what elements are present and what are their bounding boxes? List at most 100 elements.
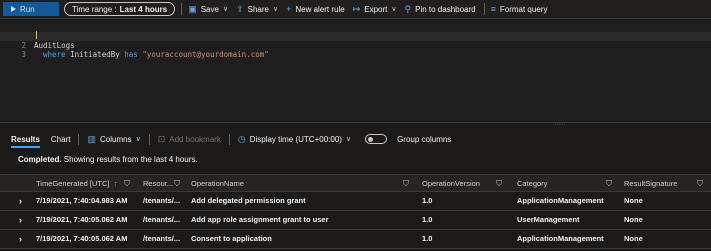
share-label: Share: [247, 4, 269, 14]
cell-operationversion: 1.0: [422, 215, 433, 224]
cell-category: UserManagement: [517, 215, 580, 224]
save-label: Save: [200, 4, 219, 14]
add-bookmark-label: Add bookmark: [169, 134, 221, 144]
results-status: Completed. Showing results from the last…: [18, 155, 198, 164]
table-row[interactable]: › 7/19/2021, 7:40:05.062 AM /tenants/...…: [0, 230, 711, 249]
export-label: Export: [364, 4, 388, 14]
display-time-button[interactable]: ◷ Display time (UTC+00:00) ∨: [238, 134, 351, 145]
chevron-down-icon: ∨: [272, 6, 279, 13]
cell-timegenerated: 7/19/2021, 7:40:04.983 AM: [36, 196, 128, 205]
column-header-timegenerated[interactable]: TimeGenerated [UTC]: [36, 175, 110, 193]
column-header-resource[interactable]: Resour...: [143, 175, 173, 193]
cell-resultsignature: None: [624, 234, 643, 243]
cell-operationversion: 1.0: [422, 196, 433, 205]
chevron-right-icon[interactable]: ›: [19, 192, 22, 211]
filter-icon[interactable]: ⛉: [496, 175, 502, 193]
line-number: 2: [21, 41, 26, 50]
add-bookmark-button[interactable]: ⊡ Add bookmark: [158, 134, 221, 145]
cell-timegenerated: 7/19/2021, 7:40:05.062 AM: [36, 234, 128, 243]
new-alert-label: New alert rule: [295, 4, 345, 14]
toolbar-divider: [181, 3, 183, 15]
time-range-value: Last 4 hours: [119, 4, 168, 14]
format-label: Format query: [499, 4, 548, 14]
clock-icon: ◷: [237, 133, 246, 144]
pipe-marker: [36, 31, 37, 39]
new-alert-rule-button[interactable]: + New alert rule: [286, 3, 345, 14]
cell-resultsignature: None: [624, 215, 643, 224]
editor-line-current: 2 where InitiatedBy has "youraccount@you…: [0, 32, 711, 59]
group-columns-label: Group columns: [397, 134, 452, 144]
query-editor[interactable]: 1 AuditLogs 2 where InitiatedBy has "you…: [0, 20, 711, 122]
chevron-right-icon[interactable]: ›: [19, 230, 22, 249]
cell-operationname: Add delegated permission grant: [191, 196, 306, 205]
filter-icon[interactable]: ⛉: [174, 175, 180, 193]
column-header-category[interactable]: Category: [517, 175, 547, 193]
code-text: where InitiatedBy has "youraccount@yourd…: [43, 50, 269, 59]
export-button[interactable]: ↦ Export ∨: [353, 4, 397, 14]
tab-results[interactable]: Results: [11, 129, 40, 149]
keyword-has: has: [124, 50, 138, 59]
chevron-down-icon: ∨: [391, 6, 397, 13]
keyword-where: where: [43, 50, 66, 59]
pin-label: Pin to dashboard: [415, 4, 476, 14]
chevron-down-icon: ∨: [222, 6, 229, 13]
results-table-header: TimeGenerated [UTC] ↑ ⛉ Resour... ⛉ Oper…: [0, 174, 711, 192]
status-bold: Completed.: [18, 155, 62, 164]
group-columns-toggle[interactable]: Group columns: [365, 134, 451, 144]
toolbar-divider: [148, 133, 150, 145]
cell-category: ApplicationManagement: [517, 196, 604, 205]
results-toolbar: Results Chart ▥ Columns ∨ ⊡ Add bookmark…: [0, 129, 711, 149]
columns-label: Columns: [99, 134, 132, 144]
share-button[interactable]: ⇪ Share ∨: [236, 3, 279, 14]
tab-chart-label: Chart: [50, 134, 71, 144]
share-icon: ⇪: [236, 3, 244, 14]
status-text: Showing results from the last 4 hours.: [61, 155, 198, 164]
editor-line: 3: [0, 41, 26, 59]
cell-timegenerated: 7/19/2021, 7:40:05.062 AM: [36, 215, 128, 224]
format-query-button[interactable]: ≡ Format query: [490, 3, 548, 14]
toolbar-divider: [483, 3, 485, 15]
query-toolbar: Run Time range : Last 4 hours ▣ Save ∨ ⇪…: [0, 0, 711, 19]
chevron-down-icon: ∨: [135, 136, 141, 143]
chevron-right-icon[interactable]: ›: [19, 211, 22, 230]
line-number: 3: [21, 50, 26, 59]
filter-icon[interactable]: ⛉: [697, 175, 703, 193]
save-button[interactable]: ▣ Save ∨: [188, 3, 229, 14]
column-header-resultsignature[interactable]: ResultSignature: [624, 175, 677, 193]
cell-category: ApplicationManagement: [517, 234, 604, 243]
filter-icon[interactable]: ⛉: [606, 175, 612, 193]
columns-button[interactable]: ▥ Columns ∨: [87, 134, 140, 145]
column-header-operationversion[interactable]: OperationVersion: [422, 175, 480, 193]
tab-chart[interactable]: Chart: [51, 129, 71, 149]
filter-icon[interactable]: ⛉: [403, 175, 409, 193]
pin-to-dashboard-button[interactable]: ⚲ Pin to dashboard: [405, 4, 476, 14]
column-header-operationname[interactable]: OperationName: [191, 175, 244, 193]
cell-resource: /tenants/...: [143, 234, 181, 243]
filter-icon[interactable]: ⛉: [124, 175, 130, 193]
table-row[interactable]: › 7/19/2021, 7:40:04.983 AM /tenants/...…: [0, 192, 711, 211]
plus-icon: +: [286, 3, 292, 14]
toggle-switch[interactable]: [365, 134, 388, 144]
save-icon: ▣: [188, 3, 197, 14]
bookmark-icon: ⊡: [157, 133, 166, 144]
play-icon: [11, 6, 16, 12]
run-label: Run: [20, 4, 35, 14]
chevron-down-icon: ∨: [345, 136, 352, 143]
format-icon: ≡: [490, 3, 496, 14]
editor-line: 1 AuditLogs: [0, 23, 74, 50]
splitter-grip-icon[interactable]: ·····: [554, 121, 566, 128]
run-button[interactable]: Run: [3, 2, 59, 16]
toolbar-divider: [228, 133, 230, 145]
tab-results-label: Results: [11, 134, 40, 144]
cell-operationname: Add app role assignment grant to user: [191, 215, 329, 224]
cell-resource: /tenants/...: [143, 196, 181, 205]
table-row[interactable]: › 7/19/2021, 7:40:05.062 AM /tenants/...…: [0, 211, 711, 230]
identifier: InitiatedBy: [65, 50, 125, 59]
pane-splitter[interactable]: [0, 122, 711, 127]
sort-ascending-icon[interactable]: ↑: [114, 175, 118, 193]
time-range-button[interactable]: Time range : Last 4 hours: [64, 2, 176, 16]
columns-icon: ▥: [87, 133, 96, 144]
string-literal: "youraccount@yourdomain.com": [137, 50, 269, 59]
code-text: AuditLogs: [34, 41, 75, 50]
display-time-label: Display time (UTC+00:00): [249, 134, 342, 144]
